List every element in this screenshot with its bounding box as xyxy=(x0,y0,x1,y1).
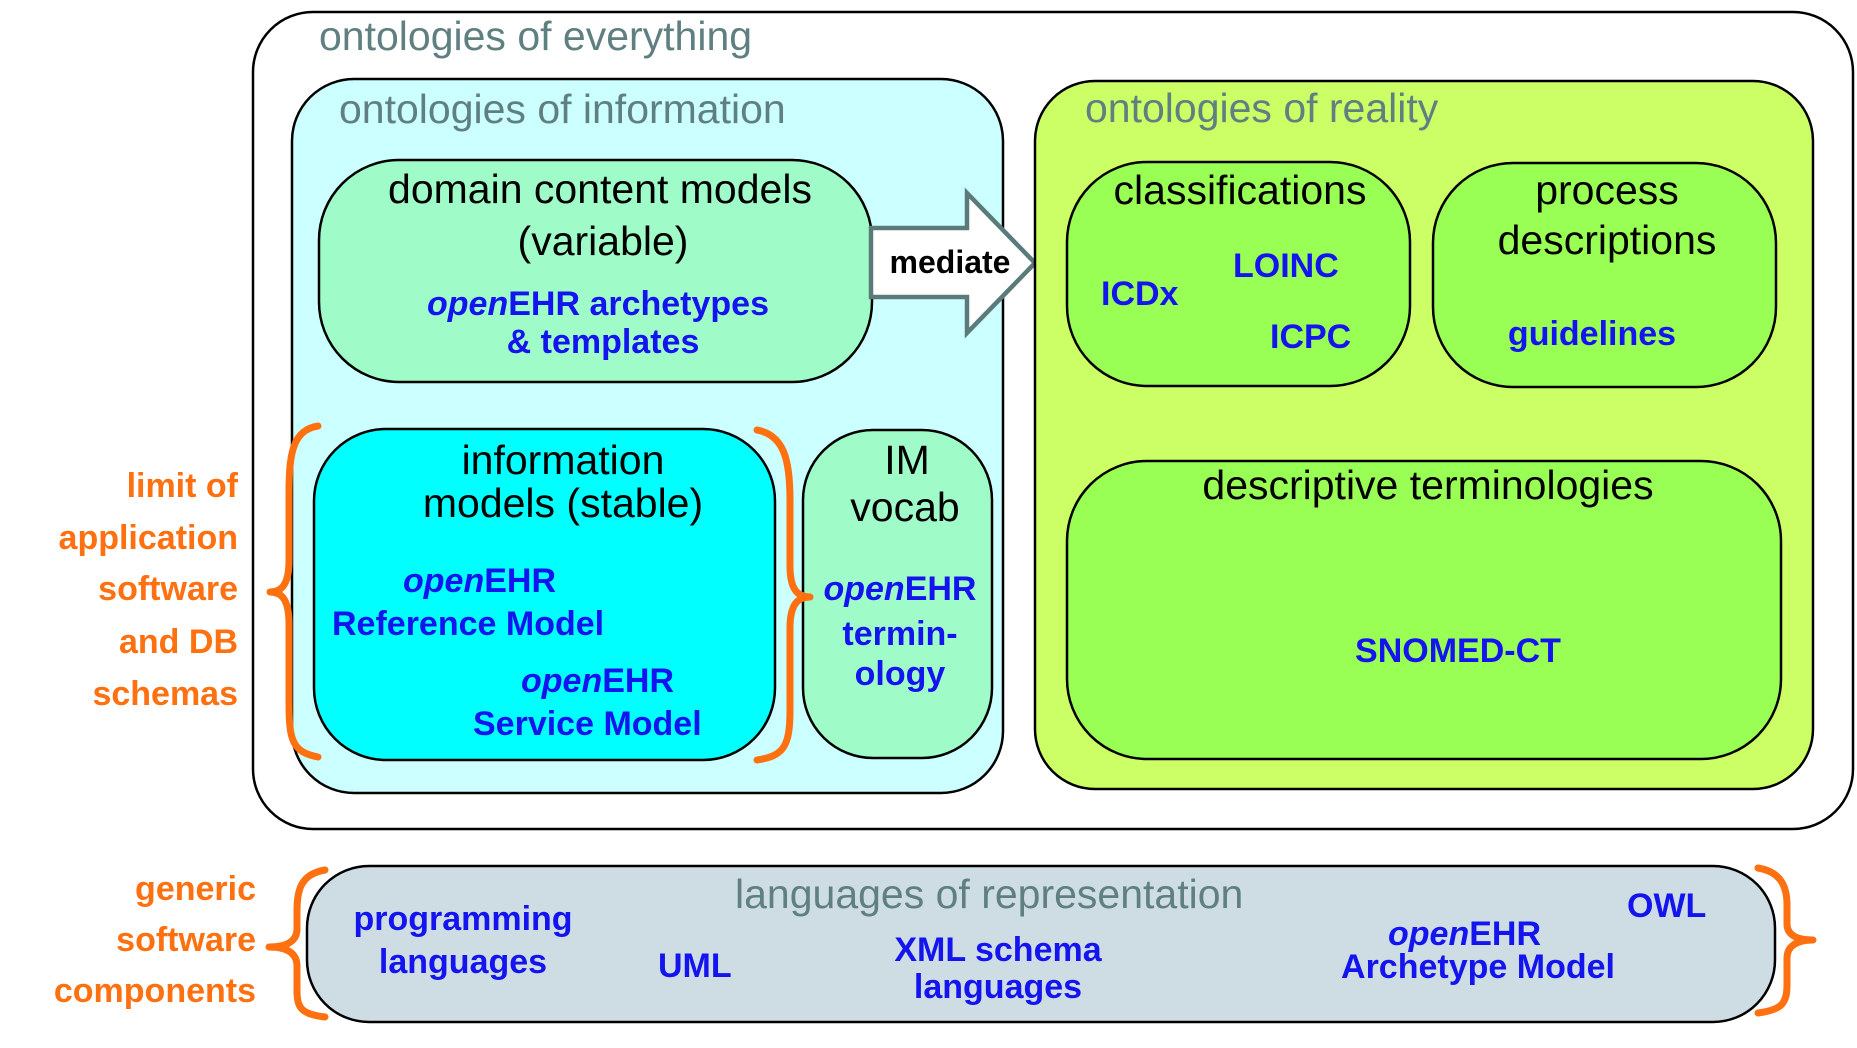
information-models-subtitle: models (stable) xyxy=(423,480,703,526)
generic-components-label: generic software components xyxy=(54,870,256,1010)
process-descriptions-node: process descriptions guidelines xyxy=(1431,161,1778,389)
ontologies-of-reality-title: ontologies of reality xyxy=(1085,85,1439,131)
application-limit-label: limit of application software and DB sch… xyxy=(59,467,239,713)
openehr-rm-brand: openEHR xyxy=(403,562,556,600)
process-descriptions-title: process xyxy=(1535,167,1679,213)
ontologies-of-everything-title: ontologies of everything xyxy=(319,13,752,59)
archetype-model-label: Archetype Model xyxy=(1341,948,1615,986)
ontologies-of-reality-group: ontologies of reality classifications IC… xyxy=(1033,79,1815,791)
templates-label: & templates xyxy=(507,323,700,361)
uml-label: UML xyxy=(658,947,732,985)
languages-of-representation-title: languages of representation xyxy=(735,871,1243,917)
xml-schema-line2: languages xyxy=(914,968,1082,1006)
process-item: guidelines xyxy=(1508,315,1676,353)
side-label-line: software xyxy=(98,570,238,608)
im-vocab-subtitle: vocab xyxy=(850,484,959,530)
side-label-line: limit of xyxy=(127,467,239,505)
owl-label: OWL xyxy=(1627,887,1706,925)
side-label-line: generic xyxy=(135,870,256,908)
side-label-line: software xyxy=(116,921,256,959)
xml-schema-line1: XML schema xyxy=(894,931,1102,969)
descriptive-terminologies-node: descriptive terminologies SNOMED-CT xyxy=(1065,459,1783,761)
side-label-line: and DB xyxy=(119,623,238,661)
languages-of-representation-group: languages of representation programming … xyxy=(305,864,1777,1024)
im-vocab-title: IM xyxy=(884,437,930,483)
domain-content-models-subtitle: (variable) xyxy=(518,218,689,264)
ontology-layers-diagram: ontologies of everything ontologies of i… xyxy=(54,10,1855,1024)
classification-item: LOINC xyxy=(1233,247,1339,285)
im-vocab-node: IM vocab openEHR termin- ology xyxy=(801,428,994,760)
programming-languages-line1: programming xyxy=(353,900,572,938)
openehr-terminology-brand: openEHR xyxy=(823,570,976,608)
side-label-line: components xyxy=(54,972,256,1010)
classifications-title: classifications xyxy=(1114,167,1367,213)
mediate-label: mediate xyxy=(890,244,1011,280)
process-descriptions-subtitle: descriptions xyxy=(1498,217,1717,263)
terminology-label-line1: termin- xyxy=(842,615,957,653)
ontologies-of-information-group: ontologies of information domain content… xyxy=(290,77,1005,795)
information-models-node: information models (stable) openEHR Refe… xyxy=(312,427,777,762)
classification-item: ICDx xyxy=(1101,275,1179,313)
openehr-sm-brand: openEHR xyxy=(521,662,674,700)
descriptive-terminologies-title: descriptive terminologies xyxy=(1202,462,1653,508)
side-label-line: application xyxy=(59,519,238,557)
programming-languages-line2: languages xyxy=(379,943,547,981)
side-label-line: schemas xyxy=(92,675,238,713)
information-models-title: information xyxy=(462,437,665,483)
domain-content-models-title: domain content models xyxy=(388,166,812,212)
service-model-label: Service Model xyxy=(473,705,702,743)
classifications-node: classifications ICDx LOINC ICPC xyxy=(1065,160,1412,388)
terminology-item: SNOMED-CT xyxy=(1355,632,1561,670)
ontologies-of-information-title: ontologies of information xyxy=(339,86,786,132)
classification-item: ICPC xyxy=(1270,318,1351,356)
openehr-archetypes-label: openEHR archetypes xyxy=(427,285,769,323)
terminology-label-line2: ology xyxy=(855,655,946,693)
reference-model-label: Reference Model xyxy=(332,605,604,643)
domain-content-models-node: domain content models (variable) openEHR… xyxy=(317,158,874,384)
